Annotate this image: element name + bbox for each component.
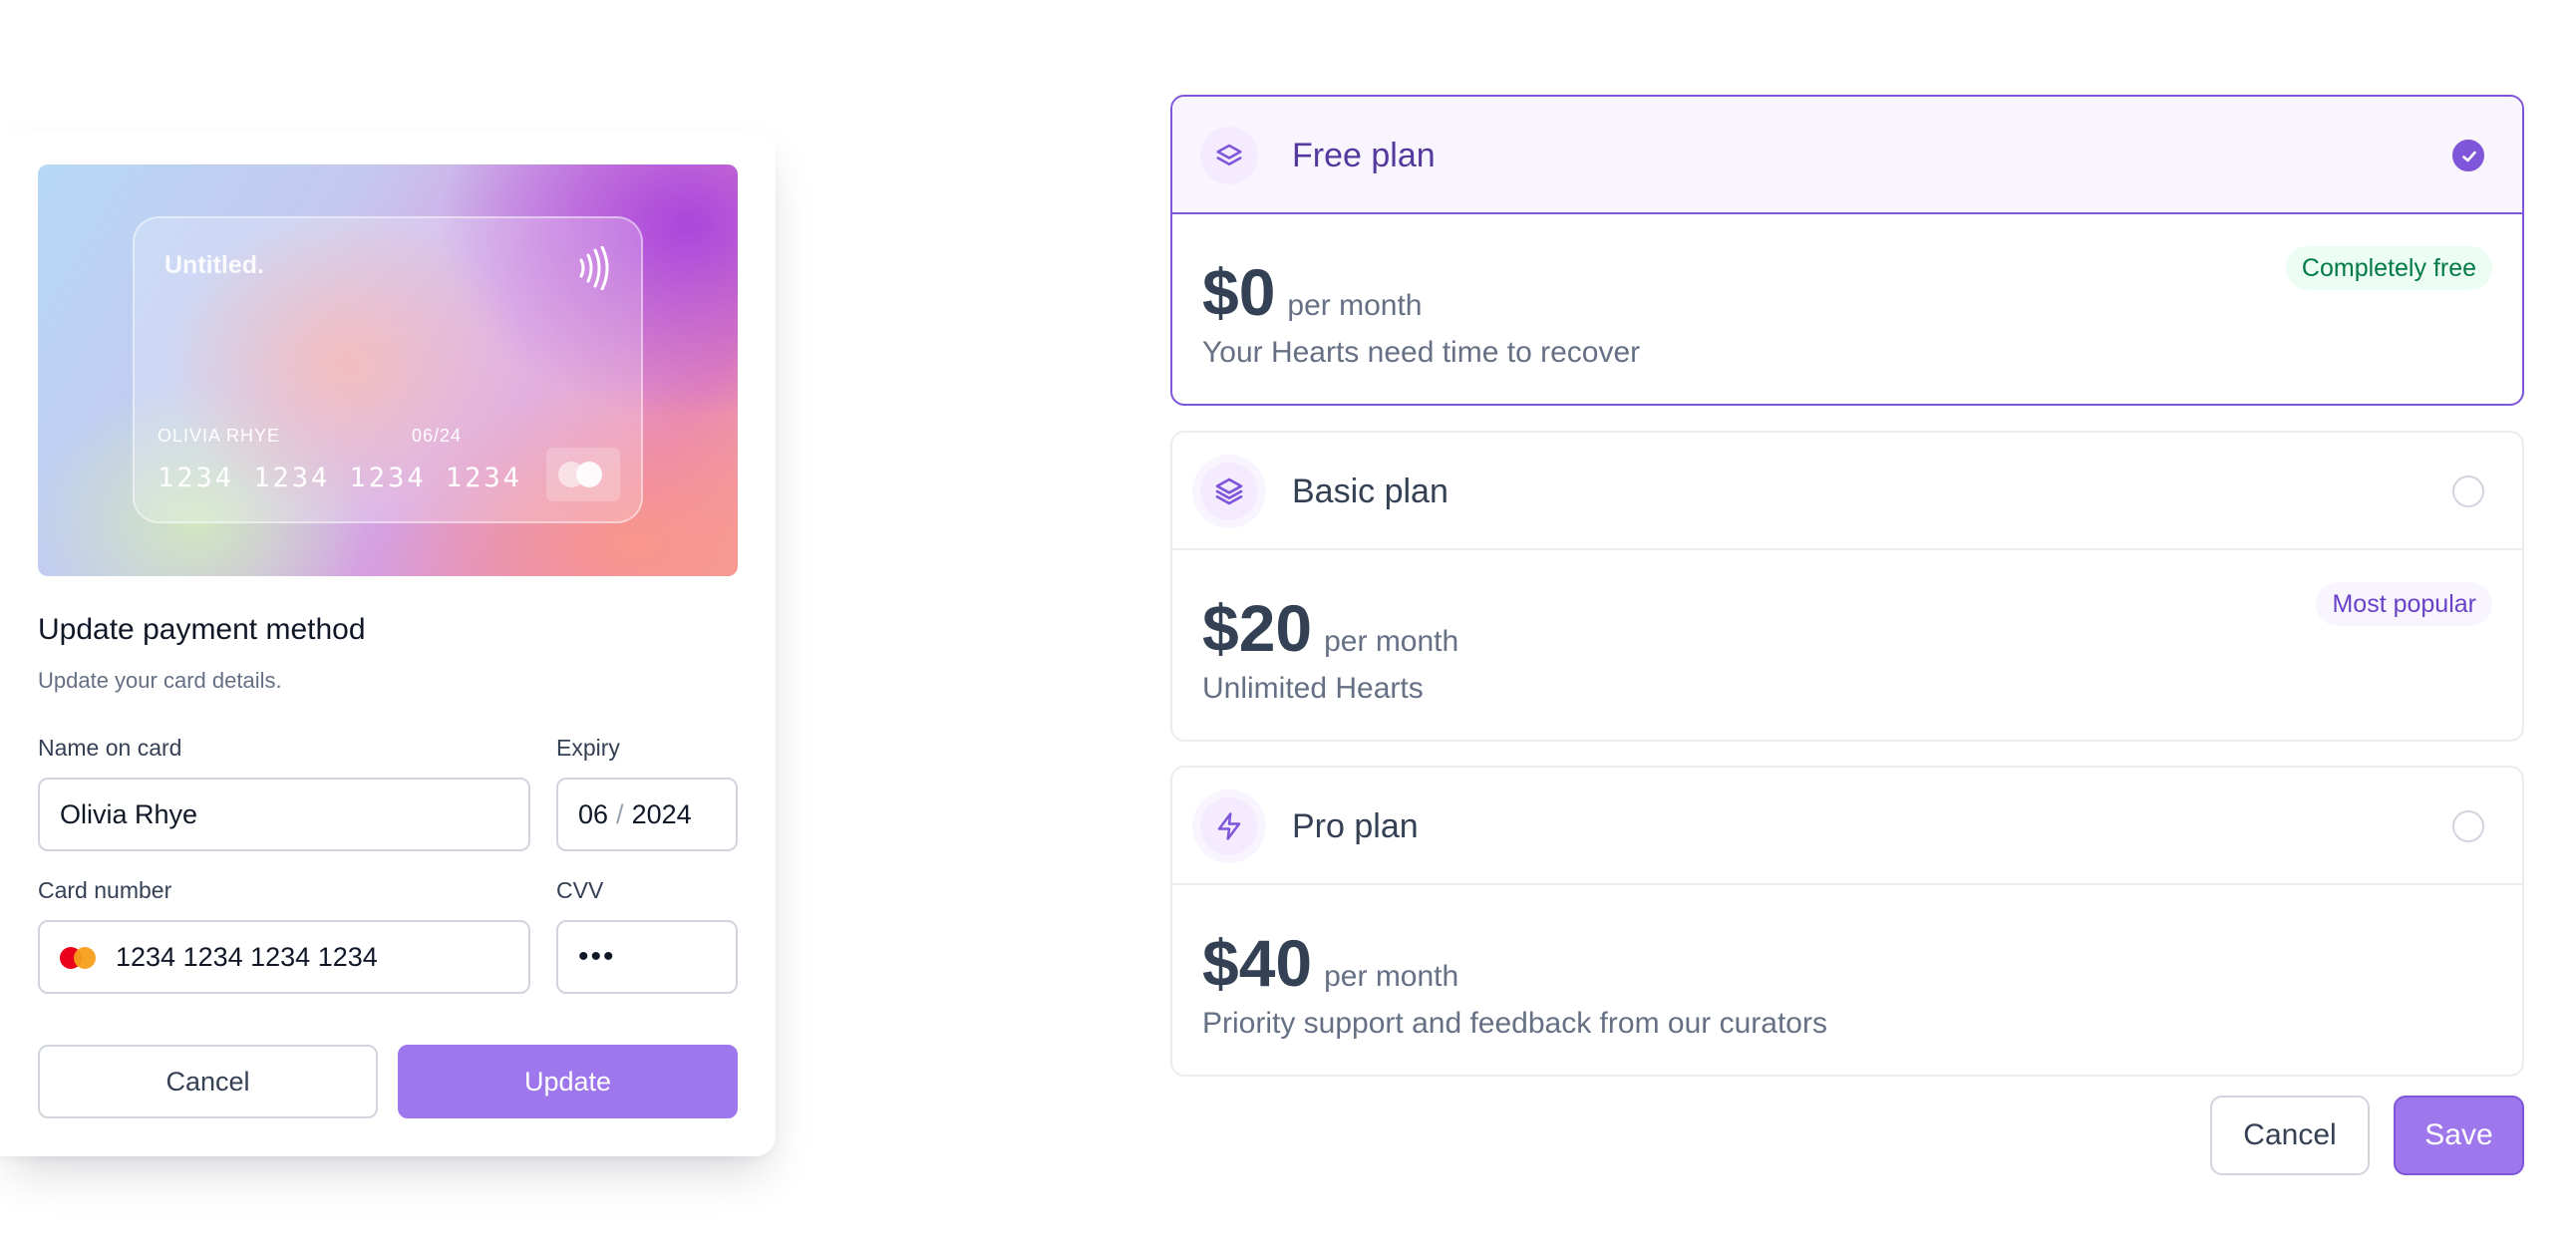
plan-card-basic[interactable]: Basic plan $20 per month Unlimited Heart… [1170, 431, 2524, 742]
price-amount: $20 [1202, 591, 1313, 665]
plan-price: $20 per month [1202, 590, 1458, 666]
plan-radio[interactable] [2452, 810, 2484, 842]
card-number-label: Card number [38, 877, 172, 903]
plan-header: Pro plan [1172, 768, 2522, 885]
plan-header: Free plan [1172, 97, 2522, 214]
plan-name: Pro plan [1292, 807, 1419, 845]
card-number-display: 1234 1234 1234 1234 [158, 463, 522, 493]
card-preview-banner: Untitled. OLIVIA RHYE 06/24 1234 1234 12… [38, 164, 738, 576]
layers-two-icon [1200, 127, 1258, 184]
plan-radio-checked[interactable] [2452, 140, 2484, 171]
check-icon [2462, 151, 2476, 162]
card-number-input[interactable]: 1234 1234 1234 1234 [38, 920, 530, 994]
contactless-icon [579, 246, 609, 290]
plan-card-pro[interactable]: Pro plan $40 per month Priority support … [1170, 766, 2524, 1077]
card-expiry: 06/24 [412, 426, 463, 446]
cancel-button[interactable]: Cancel [38, 1045, 378, 1118]
price-amount: $40 [1202, 926, 1313, 1000]
plan-badge: Most popular [2316, 582, 2492, 626]
layers-three-icon [1200, 463, 1258, 520]
plan-price: $0 per month [1202, 254, 1423, 330]
plan-card-free[interactable]: Free plan $0 per month Your Hearts need … [1170, 95, 2524, 406]
modal-title: Update payment method [38, 613, 366, 646]
plan-description: Unlimited Hearts [1202, 672, 1424, 705]
name-on-card-label: Name on card [38, 735, 182, 761]
price-unit: per month [1324, 625, 1459, 658]
plans-save-button[interactable]: Save [2394, 1096, 2524, 1175]
update-payment-modal: Untitled. OLIVIA RHYE 06/24 1234 1234 12… [0, 130, 776, 1156]
expiry-label: Expiry [556, 735, 620, 761]
plan-price: $40 per month [1202, 925, 1458, 1001]
price-unit: per month [1287, 289, 1423, 322]
cvv-label: CVV [556, 877, 604, 903]
plan-badge: Completely free [2285, 246, 2492, 290]
cvv-input[interactable]: ••• [556, 920, 738, 994]
zap-icon [1200, 797, 1258, 855]
price-unit: per month [1324, 960, 1459, 993]
mastercard-icon [60, 944, 100, 970]
name-on-card-value: Olivia Rhye [60, 798, 198, 829]
mastercard-icon [546, 448, 620, 501]
card-brand: Untitled. [164, 251, 264, 279]
plan-radio[interactable] [2452, 475, 2484, 507]
plan-name: Basic plan [1292, 472, 1449, 510]
card-holder-name: OLIVIA RHYE [158, 426, 281, 446]
plans-cancel-button[interactable]: Cancel [2210, 1096, 2370, 1175]
update-button[interactable]: Update [398, 1045, 738, 1118]
expiry-month: 06 [578, 798, 609, 829]
plan-description: Your Hearts need time to recover [1202, 336, 1641, 369]
expiry-year: 2024 [631, 798, 692, 829]
modal-subtitle: Update your card details. [38, 668, 282, 693]
expiry-separator: / [616, 798, 624, 829]
cvv-value: ••• [578, 940, 616, 973]
plan-name: Free plan [1292, 137, 1436, 174]
card-number-value: 1234 1234 1234 1234 [116, 941, 378, 972]
plan-header: Basic plan [1172, 433, 2522, 550]
name-on-card-input[interactable]: Olivia Rhye [38, 778, 530, 851]
price-amount: $0 [1202, 255, 1276, 329]
expiry-input[interactable]: 06 / 2024 [556, 778, 738, 851]
plan-description: Priority support and feedback from our c… [1202, 1007, 1827, 1040]
credit-card-preview: Untitled. OLIVIA RHYE 06/24 1234 1234 12… [133, 216, 643, 523]
